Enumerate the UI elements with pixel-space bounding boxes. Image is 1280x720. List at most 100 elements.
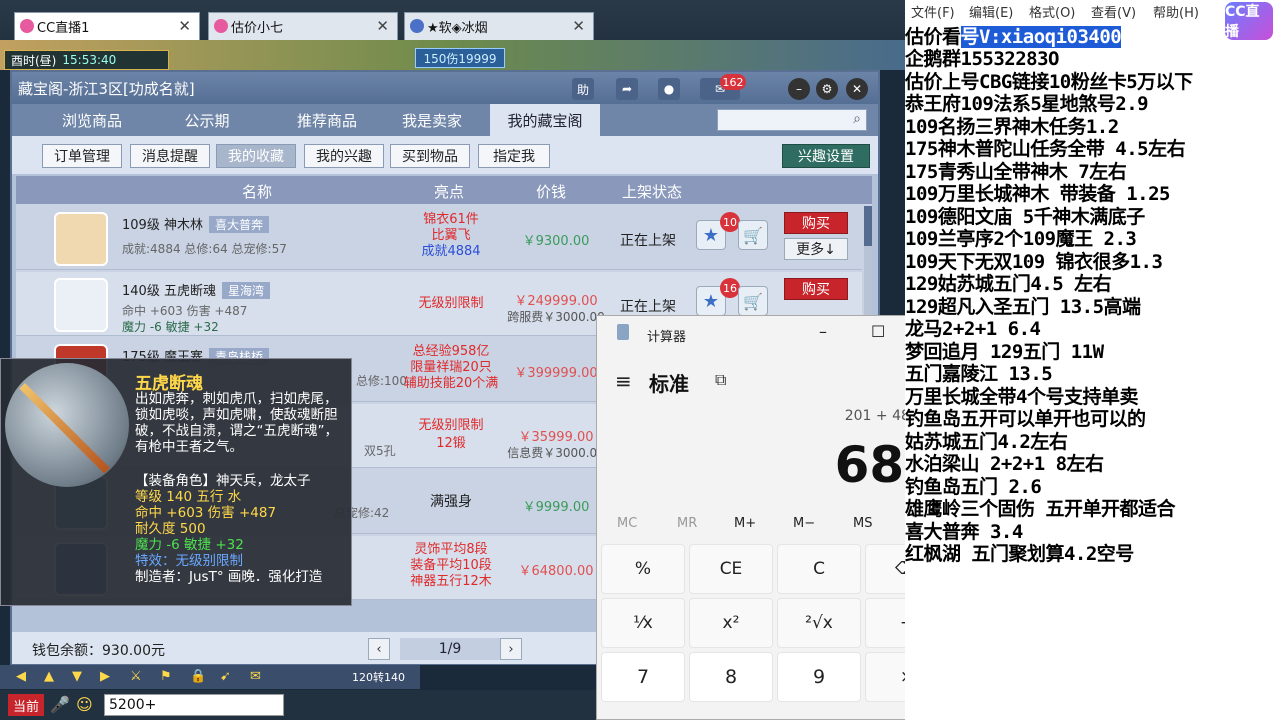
highlight-1: 无级别限制: [418, 418, 484, 433]
tab-browse[interactable]: 浏览商品: [42, 104, 142, 136]
memory-store-button[interactable]: MS: [853, 516, 872, 531]
highlight-3: 成就4884: [421, 244, 481, 259]
more-button[interactable]: 更多↓: [784, 238, 848, 260]
item-status: 正在上架: [620, 299, 676, 315]
wallet-balance: 钱包余额：930.00元: [32, 643, 165, 659]
tooltip-effect: 特效：无级别限制: [135, 553, 243, 569]
arrow-down-icon[interactable]: ▼: [72, 669, 90, 685]
digit-8-key[interactable]: 8: [689, 652, 773, 702]
interest-setting-button[interactable]: 兴趣设置: [782, 144, 870, 168]
tab-recommend[interactable]: 推荐商品: [272, 104, 382, 136]
close-tab-icon[interactable]: ✕: [572, 17, 585, 35]
menu-format[interactable]: 格式(O): [1029, 2, 1075, 21]
bottom-level-label: 120转140: [352, 671, 405, 684]
tooltip-role: 【装备角色】神天兵，龙太子: [135, 473, 311, 489]
subtab-favorites[interactable]: 我的收藏: [216, 144, 296, 168]
tooltip-maker: 制造者：JusT° 画晚．强化打造: [135, 569, 323, 585]
digit-7-key[interactable]: 7: [601, 652, 685, 702]
buy-button[interactable]: 购买: [784, 278, 848, 300]
calculator-title: 计算器: [647, 330, 687, 345]
subtab-bought[interactable]: 买到物品: [390, 144, 470, 168]
tab-ice-smoke[interactable]: ★软◈冰烟 ✕: [404, 12, 594, 40]
item-sub: 命中 +603 伤害 +487: [122, 304, 248, 318]
tab-my-treasure[interactable]: 我的藏宝阁: [490, 104, 600, 136]
tab-seller[interactable]: 我是卖家: [382, 104, 482, 136]
table-header: 名称 亮点 价钱 上架状态: [16, 176, 872, 204]
calculator-window: 计算器 – ☐ ✕ ≡ 标准 ⧉ ⟲ 201 + 487 = 688 MC MR…: [596, 315, 956, 720]
item-price: ￥249999.00: [514, 294, 598, 309]
tab-public[interactable]: 公示期: [162, 104, 252, 136]
microphone-icon[interactable]: 🎤: [50, 695, 70, 714]
percent-key[interactable]: %: [601, 544, 685, 594]
item-status: 正在上架: [620, 233, 676, 249]
sword-icon[interactable]: ⚔: [130, 669, 148, 685]
highlight-2: 装备平均10段: [410, 558, 492, 573]
close-icon[interactable]: ✕: [846, 78, 868, 100]
prev-page-button[interactable]: ‹: [368, 638, 390, 660]
square-key[interactable]: x²: [689, 598, 773, 648]
share-icon[interactable]: ➦: [616, 78, 638, 100]
arrow-icon[interactable]: ◀: [16, 669, 34, 685]
search-icon[interactable]: ⌕: [853, 111, 861, 127]
minimize-icon[interactable]: –: [788, 78, 810, 100]
chat-input[interactable]: 5200+: [104, 694, 284, 716]
subtab-orders[interactable]: 订单管理: [42, 144, 122, 168]
tab-estimate[interactable]: 估价小七 ✕: [208, 12, 398, 40]
reciprocal-key[interactable]: ¹⁄x: [601, 598, 685, 648]
menu-file[interactable]: 文件(F): [911, 2, 955, 21]
cart-icon[interactable]: 🛒: [738, 220, 768, 250]
digit-9-key[interactable]: 9: [777, 652, 861, 702]
buy-button[interactable]: 购买: [784, 212, 848, 234]
arrow-icon[interactable]: ➹: [220, 669, 238, 685]
close-tab-icon[interactable]: ✕: [376, 17, 389, 35]
help-button[interactable]: 助: [572, 78, 594, 100]
memory-recall-button[interactable]: MR: [677, 516, 697, 531]
menu-edit[interactable]: 编辑(E): [969, 2, 1013, 21]
character-avatar: [54, 212, 108, 266]
close-tab-icon[interactable]: ✕: [178, 17, 191, 35]
emoji-icon[interactable]: ☺: [76, 695, 93, 714]
menu-icon[interactable]: ≡: [615, 369, 632, 393]
table-row[interactable]: 109级 神木林 喜大普奔 成就:4884 总修:64 总宠修:57 锦衣61件 …: [16, 206, 862, 270]
settings-gear-icon[interactable]: ⚙: [816, 78, 838, 100]
lock-icon[interactable]: 🔒: [190, 669, 208, 685]
minimize-icon[interactable]: –: [819, 322, 827, 341]
cc-live-logo: CC直播: [1225, 2, 1273, 40]
cart-icon[interactable]: 🛒: [738, 286, 768, 316]
memory-add-button[interactable]: M+: [734, 516, 756, 531]
memory-clear-button[interactable]: MC: [617, 516, 637, 531]
tooltip-magic: 魔力 -6 敏捷 +32: [135, 537, 244, 553]
scrollbar-thumb[interactable]: [864, 206, 872, 246]
subtab-interests[interactable]: 我的兴趣: [304, 144, 384, 168]
page-indicator: 1/9: [400, 638, 500, 660]
tab-cc-live[interactable]: CC直播1 ✕: [14, 12, 200, 40]
search-input[interactable]: ⌕: [717, 109, 867, 131]
clear-entry-key[interactable]: CE: [689, 544, 773, 594]
col-highlight: 亮点: [434, 183, 465, 201]
memory-subtract-button[interactable]: M−: [793, 516, 815, 531]
sqrt-key[interactable]: ²√x: [777, 598, 861, 648]
next-page-button[interactable]: ›: [500, 638, 522, 660]
chat-channel-button[interactable]: 当前: [8, 694, 44, 716]
notepad-line[interactable]: 红枫湖 五门聚划算4.2空号: [905, 539, 1134, 566]
item-price: ￥9300.00: [522, 234, 590, 249]
record-icon[interactable]: ●: [658, 78, 680, 100]
keep-on-top-icon[interactable]: ⧉: [715, 370, 726, 390]
clear-key[interactable]: C: [777, 544, 861, 594]
flag-icon[interactable]: ⚑: [160, 669, 178, 685]
highlight-1: 灵饰平均8段: [414, 542, 488, 557]
scroll-icon[interactable]: ✉: [250, 669, 268, 685]
tooltip-level: 等级 140 五行 水: [135, 489, 242, 505]
arrow-up-icon[interactable]: ▲: [44, 669, 62, 685]
server-badge: 星海湾: [221, 282, 270, 299]
menu-help[interactable]: 帮助(H): [1153, 2, 1199, 21]
subtab-assigned[interactable]: 指定我: [478, 144, 550, 168]
highlight-3: 神器五行12木: [410, 574, 492, 589]
menu-view[interactable]: 查看(V): [1091, 2, 1136, 21]
panel-title: 藏宝阁-浙江3区[功成名就]: [18, 79, 195, 98]
arrow-icon[interactable]: ▶: [100, 669, 118, 685]
maximize-icon[interactable]: ☐: [871, 322, 885, 341]
subtab-messages[interactable]: 消息提醒: [130, 144, 210, 168]
game-clock: 酉时(昼) 15:53:40: [4, 50, 169, 70]
panel-title-bar: 藏宝阁-浙江3区[功成名就] 助 ➦ ● ✉ 162 – ⚙ ✕: [12, 72, 878, 104]
